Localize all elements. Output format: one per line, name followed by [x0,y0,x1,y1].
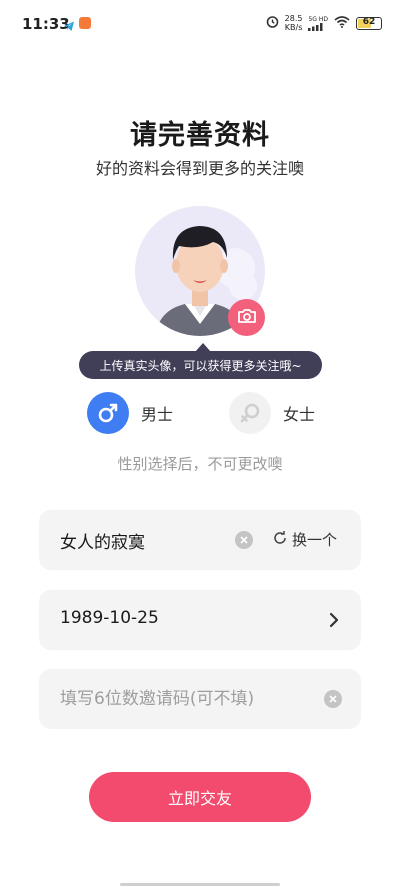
status-bar: 11:33 28.5 KB/s 5G HD 62 [0,0,400,48]
avatar-tooltip: 上传真实头像，可以获得更多关注哦~ [79,351,322,379]
clear-invite-code-icon[interactable] [324,690,342,708]
page-subtitle: 好的资料会得到更多的关注噢 [95,159,304,178]
gender-note: 性别选择后，不可更改噢 [117,455,283,473]
wifi-icon [334,15,350,31]
telegram-icon [63,17,75,31]
nickname-field[interactable]: 女人的寂寞 换一个 [39,510,361,570]
chevron-right-icon [329,612,339,632]
network-speed-value: 28.5 [284,14,303,23]
swap-nickname-label: 换一个 [292,531,338,549]
battery-icon: 62 [356,16,382,30]
gender-option-female[interactable]: 女士 [229,391,315,435]
clear-nickname-icon[interactable] [235,531,253,549]
signal-bars-icon [308,22,323,31]
alarm-icon [266,15,279,31]
cell-signal: 5G HD [308,16,328,31]
network-speed-unit: KB/s [284,23,303,32]
network-speed: 28.5 KB/s [285,14,303,32]
invite-code-field[interactable] [39,669,361,729]
upload-avatar-button[interactable] [228,299,265,336]
invite-code-input[interactable] [60,683,300,715]
start-making-friends-button[interactable]: 立即交友 [89,772,311,822]
status-indicators: 28.5 KB/s 5G HD 62 [266,14,382,32]
female-symbol-icon [229,392,271,434]
gender-label-female: 女士 [283,405,316,424]
male-symbol-icon [87,392,129,434]
gender-option-male[interactable]: 男士 [87,391,173,435]
swap-nickname-button[interactable]: 换一个 [272,529,337,550]
birthday-value: 1989-10-25 [60,608,159,628]
nickname-value[interactable]: 女人的寂寞 [60,528,145,553]
camera-icon [237,308,257,328]
page-title: 请完善资料 [130,120,270,151]
gender-label-male: 男士 [141,405,174,424]
battery-level: 62 [362,16,376,27]
birthday-field[interactable]: 1989-10-25 [39,590,361,650]
refresh-icon [272,530,288,550]
home-indicator [120,883,280,886]
signal-label: 5G HD [308,15,328,23]
app-notification-icon [79,17,91,29]
